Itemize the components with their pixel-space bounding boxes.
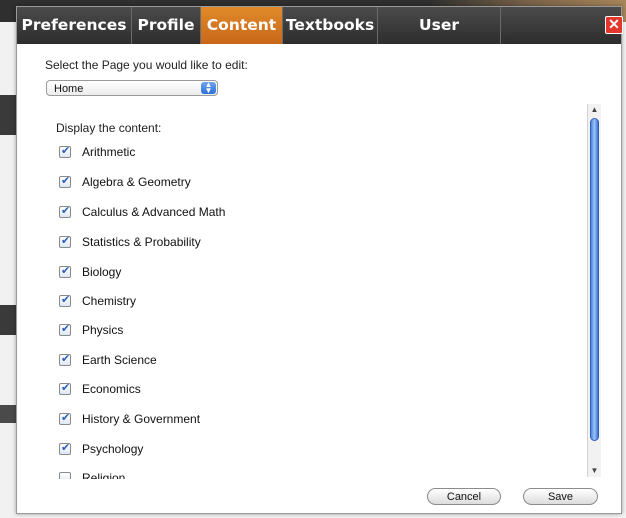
tab-preferences[interactable]: Preferences — [17, 7, 132, 44]
checkbox[interactable] — [59, 293, 71, 307]
close-button[interactable]: ✕ — [605, 16, 623, 34]
item-label: Religion — [82, 471, 126, 479]
checkbox[interactable] — [59, 322, 71, 336]
content-heading: Display the content: — [56, 121, 162, 135]
scroll-thumb[interactable] — [590, 118, 599, 441]
checkbox[interactable] — [59, 411, 71, 425]
tab-textbooks[interactable]: Textbooks — [283, 7, 378, 44]
checkbox[interactable] — [59, 174, 71, 188]
list-scrollbar[interactable]: ▲ ▼ — [587, 104, 601, 477]
background-strip — [0, 305, 16, 335]
item-label: History & Government — [82, 412, 201, 426]
checkbox[interactable] — [59, 472, 71, 479]
checkbox[interactable] — [59, 234, 71, 248]
scroll-down-arrow-icon[interactable]: ▼ — [588, 465, 601, 477]
page-select[interactable]: Home ▲ ▼ — [46, 80, 218, 96]
checkbox[interactable] — [59, 381, 71, 395]
tab-profile[interactable]: Profile — [132, 7, 201, 44]
checkbox[interactable] — [59, 264, 71, 278]
background-strip — [0, 405, 16, 423]
item-label: Arithmetic — [82, 145, 136, 159]
item-label: Statistics & Probability — [82, 235, 201, 249]
close-icon: ✕ — [608, 16, 620, 32]
page-select-value: Home — [54, 83, 84, 95]
checkbox[interactable] — [59, 441, 71, 455]
item-label: Earth Science — [82, 353, 157, 367]
checkbox[interactable] — [59, 352, 71, 366]
content-checklist: Arithmetic Algebra & Geometry Calculus &… — [17, 135, 577, 479]
updown-arrows-icon: ▲ ▼ — [201, 81, 216, 95]
item-label: Psychology — [82, 442, 144, 456]
settings-dialog: Preferences Profile Content Textbooks Us… — [16, 6, 623, 514]
page-select-label: Select the Page you would like to edit: — [45, 58, 248, 72]
scroll-up-arrow-icon[interactable]: ▲ — [588, 104, 601, 116]
background-strip — [0, 95, 16, 135]
cancel-button[interactable]: Cancel — [427, 488, 501, 505]
item-label: Algebra & Geometry — [82, 175, 191, 189]
item-label: Biology — [82, 265, 122, 279]
checkbox[interactable] — [59, 204, 71, 218]
tab-content[interactable]: Content — [201, 7, 283, 44]
tab-bar: Preferences Profile Content Textbooks Us… — [17, 7, 623, 71]
item-label: Physics — [82, 323, 124, 337]
item-label: Economics — [82, 382, 141, 396]
item-label: Calculus & Advanced Math — [82, 205, 226, 219]
checkbox[interactable] — [59, 144, 71, 158]
tab-user-accounts[interactable]: User Accounts — [378, 7, 501, 71]
item-label: Chemistry — [82, 294, 137, 308]
save-button[interactable]: Save — [523, 488, 598, 505]
